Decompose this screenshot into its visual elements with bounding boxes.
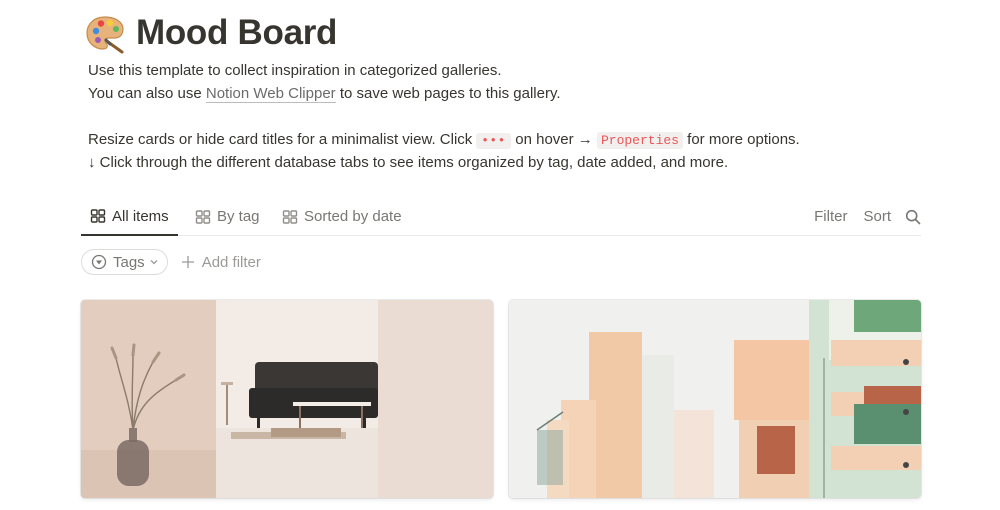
search-button[interactable] bbox=[905, 209, 921, 225]
description-line-2: You can also use Notion Web Clipper to s… bbox=[88, 84, 561, 104]
description-line-4: ↓ Click through the different database t… bbox=[88, 154, 729, 171]
description-text: to save web pages to this gallery. bbox=[335, 85, 561, 102]
database-view-tabs: All items By tag Sorted by date Filter S… bbox=[81, 198, 921, 236]
artist-palette-icon[interactable] bbox=[84, 12, 126, 54]
description-text: You can also use bbox=[88, 85, 206, 102]
select-property-icon bbox=[91, 254, 107, 270]
description-line-3: Resize cards or hide card titles for a m… bbox=[88, 130, 800, 151]
mood-board-page: Mood Board Use this template to collect … bbox=[0, 0, 1000, 510]
web-clipper-link[interactable]: Notion Web Clipper bbox=[205, 85, 336, 103]
search-icon bbox=[905, 209, 921, 224]
chevron-down-icon bbox=[150, 260, 158, 265]
living-room-sofa-photo bbox=[81, 300, 493, 498]
page-header: Mood Board bbox=[84, 12, 337, 54]
tab-label: Sorted by date bbox=[304, 208, 402, 225]
description-text: for more options. bbox=[682, 131, 800, 148]
sort-button[interactable]: Sort bbox=[863, 208, 891, 225]
filter-button[interactable]: Filter bbox=[814, 208, 847, 225]
tab-all-items[interactable]: All items bbox=[81, 198, 178, 236]
tab-label: By tag bbox=[217, 208, 260, 225]
gallery-icon bbox=[282, 209, 298, 224]
add-filter-label: Add filter bbox=[201, 253, 261, 271]
view-toolbar: Filter Sort bbox=[798, 198, 921, 235]
gallery-icon bbox=[90, 209, 106, 223]
description-text: on hover → bbox=[511, 131, 597, 148]
tab-label: All items bbox=[112, 207, 169, 225]
description-line-1: Use this template to collect inspiration… bbox=[88, 62, 502, 79]
properties-inline-code: Properties bbox=[596, 132, 683, 149]
gallery-card[interactable] bbox=[509, 300, 921, 498]
tab-sorted-by-date[interactable]: Sorted by date bbox=[273, 198, 411, 235]
tags-filter-chip[interactable]: Tags bbox=[81, 249, 168, 275]
page-title[interactable]: Mood Board bbox=[136, 13, 337, 53]
pastel-building-balconies-photo bbox=[509, 300, 921, 498]
more-dots-inline-code: ••• bbox=[476, 133, 512, 149]
plus-icon bbox=[181, 256, 194, 268]
add-filter-button[interactable]: Add filter bbox=[181, 254, 261, 271]
tags-filter-label: Tags bbox=[113, 253, 145, 271]
tab-by-tag[interactable]: By tag bbox=[186, 198, 269, 235]
filter-bar: Tags Add filter bbox=[81, 249, 261, 275]
gallery-card[interactable] bbox=[81, 300, 493, 498]
gallery-icon bbox=[195, 209, 211, 224]
description-text: Resize cards or hide card titles for a m… bbox=[88, 131, 477, 148]
